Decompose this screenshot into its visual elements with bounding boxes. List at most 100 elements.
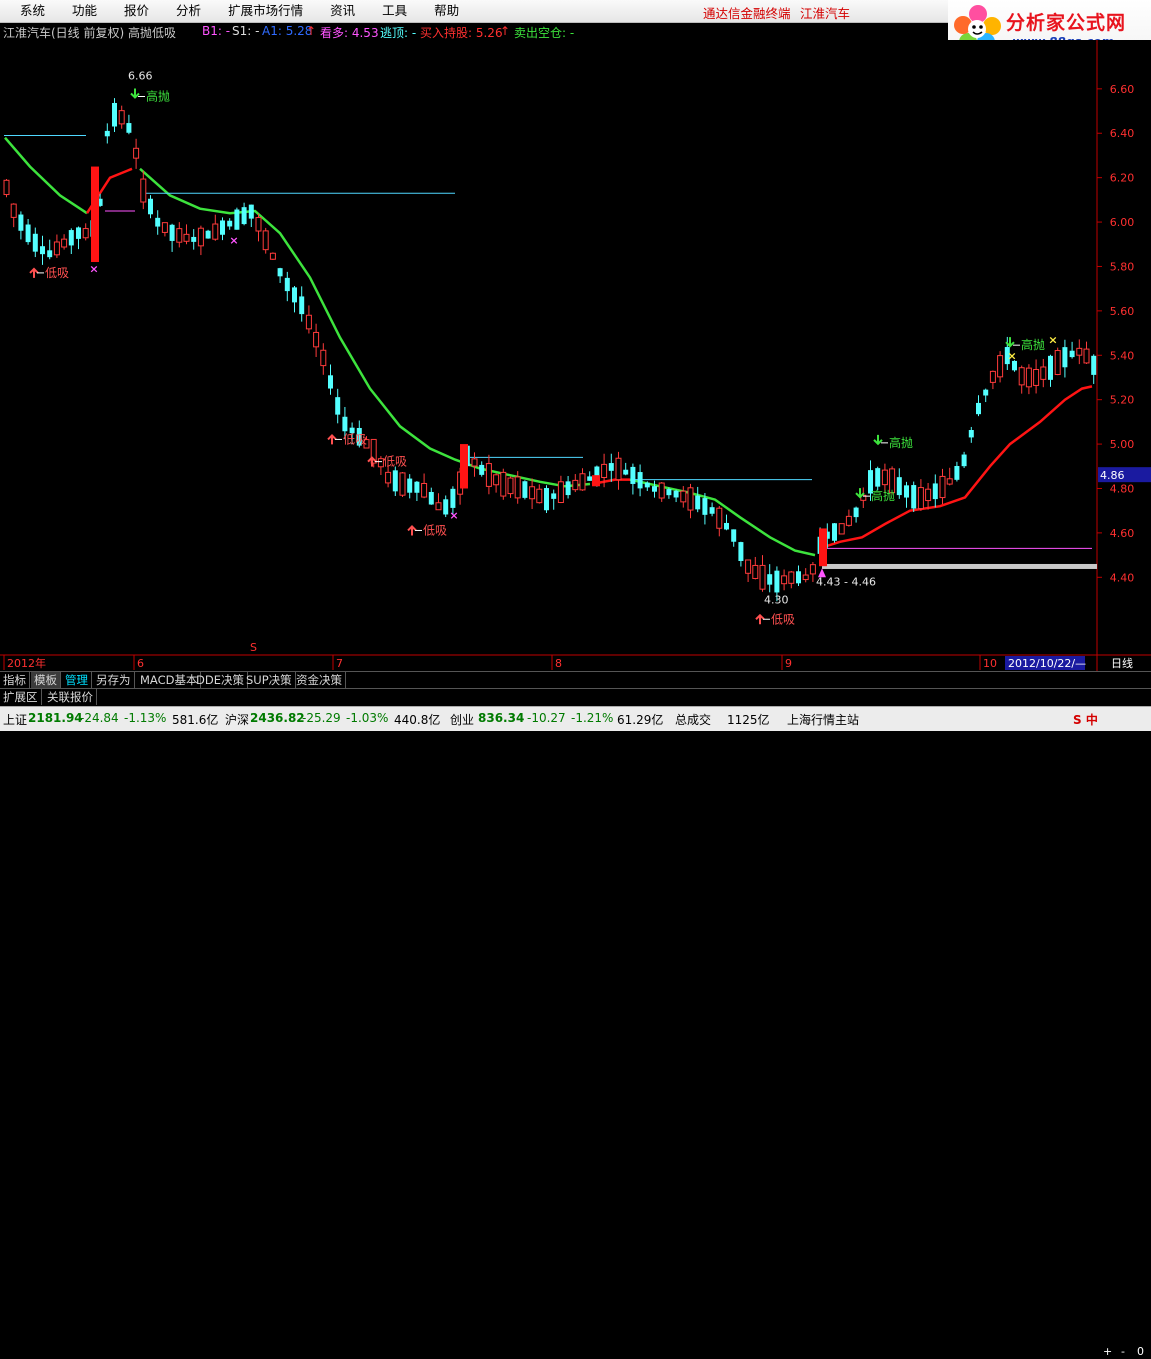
menu-system[interactable]: 系统 (6, 3, 58, 19)
candle-down (774, 570, 780, 593)
extension-bar: 扩展区 关联报价 (0, 688, 1151, 706)
y-tick-label: 4.40 (1110, 571, 1135, 584)
reset-button[interactable]: 0 (1137, 1344, 1144, 1359)
cross-marker: × (89, 263, 98, 276)
candle-down (551, 493, 557, 499)
y-tick-label: 6.20 (1110, 172, 1135, 185)
candle-down (392, 470, 398, 492)
candle-up (925, 488, 932, 502)
candle-up (435, 502, 442, 511)
menu-info[interactable]: 资讯 (316, 3, 368, 19)
candle-down (608, 463, 614, 471)
candle-up (507, 477, 514, 495)
mairu-value: 买入持股: 5.26 (420, 26, 503, 40)
candle-down (1048, 355, 1053, 380)
candle-up (752, 564, 759, 579)
candle-up (1083, 348, 1090, 364)
price-label: 6.66 (128, 70, 153, 83)
x-tick-label: 6 (137, 657, 144, 670)
buy-label: 低吸 (423, 523, 447, 537)
menu-function[interactable]: 功能 (58, 3, 110, 19)
candle-down (911, 485, 917, 509)
candle-up (845, 515, 852, 526)
candle-down (328, 375, 333, 389)
candle-up (1040, 366, 1047, 380)
candle-down (695, 495, 701, 510)
y-tick-label: 6.00 (1110, 216, 1135, 229)
candle-up (61, 238, 68, 248)
menu-ext-market[interactable]: 扩展市场行情 (214, 3, 316, 19)
candlestick-chart[interactable]: 6.60 6.40 6.20 6.00 5.80 5.60 5.40 5.20 5.00 4.80… (0, 40, 1151, 671)
sz-value: 2436.82 (250, 711, 305, 725)
candle-down (731, 529, 737, 542)
menu-analysis[interactable]: 分析 (162, 3, 214, 19)
sz-amount: 440.8亿 (394, 713, 441, 727)
buy-label: 低吸 (383, 455, 407, 469)
cross-marker: × (1007, 349, 1016, 362)
candle-down (904, 485, 909, 498)
current-price-label: 4.86 (1100, 469, 1125, 482)
candle-up (529, 486, 536, 500)
sell-label: 高抛 (146, 89, 170, 104)
candle-down (241, 207, 247, 225)
candle-up (53, 241, 60, 256)
tab-sup[interactable]: SUP决策 (243, 672, 296, 688)
candle-down (407, 478, 413, 493)
b1-value: B1: - (202, 24, 231, 38)
y-tick-label: 6.40 (1110, 127, 1135, 140)
candle-down (292, 287, 297, 303)
candle-down (1062, 347, 1068, 368)
tab-fund[interactable]: 资金决策 (293, 672, 346, 688)
candle-down (709, 507, 715, 514)
menu-help[interactable]: 帮助 (420, 3, 472, 19)
candle-up (759, 564, 766, 590)
ime-indicator[interactable]: S 中 (1073, 711, 1098, 728)
candle-down (968, 430, 974, 438)
candle-up (514, 476, 521, 499)
tab-macd[interactable]: MACD基本 (137, 672, 202, 688)
a1-up-arrow-icon: ↑ (306, 24, 317, 38)
y-tick-label: 5.40 (1110, 349, 1135, 362)
cy-change: -10.27 (527, 711, 566, 725)
menu-tools[interactable]: 工具 (368, 3, 420, 19)
candle-down (767, 574, 773, 585)
candle-down (1091, 355, 1097, 375)
candle-up (10, 203, 17, 218)
candle-down (875, 468, 881, 487)
zoom-out-button[interactable]: - (1121, 1344, 1125, 1359)
candle-up (917, 487, 924, 510)
tab-dde[interactable]: DDE决策 (193, 672, 248, 688)
candle-up (687, 487, 694, 511)
tab-indicator[interactable]: 指标 (0, 672, 30, 688)
sz-change: -25.29 (302, 711, 341, 725)
cy-amount: 61.29亿 (617, 713, 664, 727)
candle-up (1076, 347, 1083, 356)
price-label: 4.30 (764, 593, 789, 606)
tab-manage[interactable]: 管理 (62, 672, 92, 688)
candle-up (161, 222, 168, 233)
buy-label: 低吸 (343, 432, 367, 446)
candle-down (479, 464, 485, 475)
candle-up (255, 217, 262, 232)
sh-percent: -1.13% (124, 711, 167, 725)
candle-down (443, 499, 449, 515)
candle-up (680, 490, 687, 503)
tab-save-as[interactable]: 另存为 (93, 672, 135, 688)
y-tick-label: 4.80 (1110, 482, 1135, 495)
candle-down (702, 498, 708, 515)
tab-related-quote[interactable]: 关联报价 (44, 689, 97, 705)
candle-up (118, 110, 125, 125)
taoding-value: 逃顶: - (380, 26, 417, 40)
candle-down (544, 488, 549, 511)
candle-up (493, 474, 500, 486)
candle-up (485, 463, 492, 487)
candle-down (40, 246, 45, 255)
x-tick-label: 2012年 (7, 656, 46, 670)
candle-up (658, 482, 665, 499)
tab-ext-area[interactable]: 扩展区 (0, 689, 42, 705)
candle-up (176, 228, 183, 243)
tab-template[interactable]: 模板 (31, 672, 61, 688)
zoom-in-button[interactable]: + (1103, 1344, 1112, 1359)
menu-quote[interactable]: 报价 (110, 3, 162, 19)
buy-label: 低吸 (45, 266, 69, 280)
